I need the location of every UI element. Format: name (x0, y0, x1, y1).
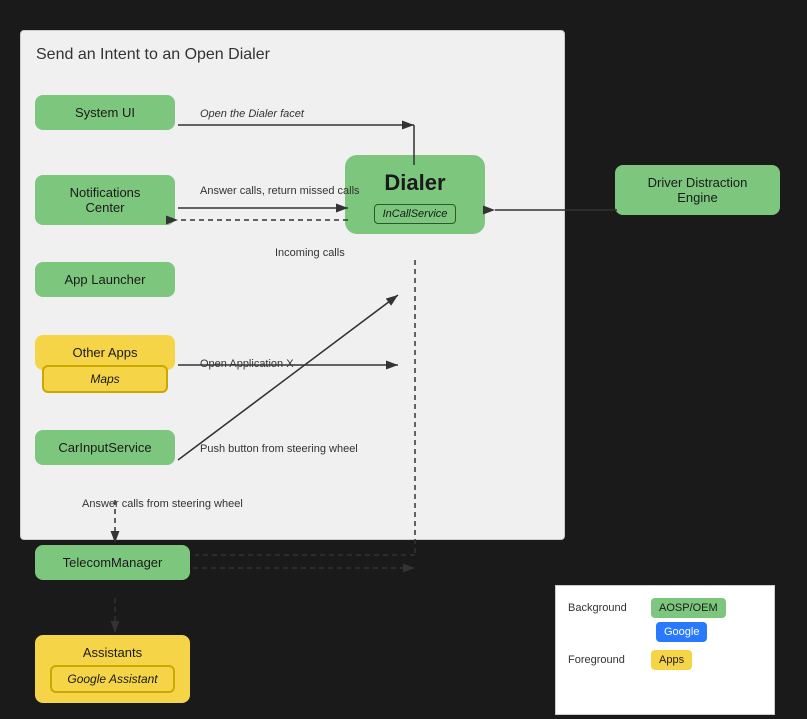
incallservice-badge: InCallService (374, 204, 457, 224)
diagram-title: Send an Intent to an Open Dialer (36, 46, 549, 64)
legend-aosp-badge: AOSP/OEM (651, 598, 726, 618)
legend-apps-badge: Apps (651, 650, 692, 670)
telecom-manager-box: TelecomManager (35, 545, 190, 580)
legend-box: Background AOSP/OEM Google Foreground Ap… (555, 585, 775, 715)
annotation-answer-steering: Answer calls from steering wheel (82, 498, 243, 510)
google-assistant-badge: Google Assistant (50, 665, 174, 693)
annotation-open-dialer: Open the Dialer facet (200, 108, 304, 120)
legend-background-label: Background (568, 602, 643, 614)
dialer-title: Dialer (360, 170, 470, 196)
carinputservice-box: CarInputService (35, 430, 175, 465)
app-launcher-box: App Launcher (35, 262, 175, 297)
legend-google-badge: Google (656, 622, 707, 642)
system-ui-box: System UI (35, 95, 175, 130)
assistants-title: Assistants (50, 645, 175, 660)
dialer-box: Dialer InCallService (345, 155, 485, 234)
legend-foreground-label: Foreground (568, 654, 643, 666)
legend-foreground-row: Foreground Apps (568, 650, 762, 670)
annotation-incoming-calls: Incoming calls (275, 247, 345, 259)
legend-background-row: Background AOSP/OEM (568, 598, 762, 618)
notifications-center-box: Notifications Center (35, 175, 175, 225)
maps-box: Maps (42, 365, 168, 393)
annotation-answer-calls: Answer calls, return missed calls (200, 185, 360, 197)
driver-distraction-box: Driver Distraction Engine (615, 165, 780, 215)
annotation-push-button: Push button from steering wheel (200, 443, 358, 455)
legend-google-row: Google (656, 622, 762, 642)
annotation-open-app: Open Application X (200, 358, 294, 370)
assistants-box: Assistants Google Assistant (35, 635, 190, 703)
